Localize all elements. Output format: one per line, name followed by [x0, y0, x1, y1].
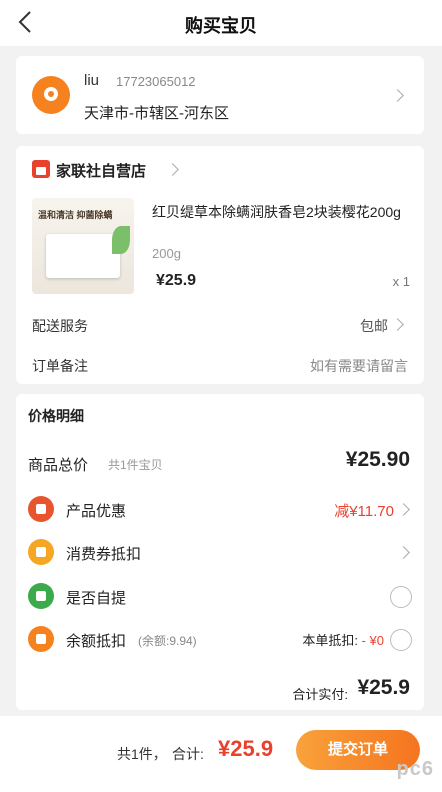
product-price: ¥25.9 — [156, 272, 197, 289]
balance-icon — [28, 626, 54, 652]
item-count: 共1件， — [117, 746, 167, 762]
self-pickup-label: 是否自提 — [66, 590, 127, 607]
balance-label: 余额抵扣 — [66, 633, 127, 650]
shop-icon — [32, 160, 50, 178]
chevron-right-icon — [166, 163, 179, 176]
product-box-graphic — [46, 234, 120, 278]
price-detail-card: 价格明细 商品总价 共1件宝贝 ¥25.90 产品优惠 减¥11.70 消费券抵… — [16, 394, 424, 710]
coupon-icon — [28, 539, 54, 565]
total-value: ¥25.9 — [218, 736, 274, 761]
delivery-value[interactable]: 包邮 — [360, 316, 388, 336]
chevron-right-icon — [397, 503, 410, 516]
balance-deduct-value: - ¥0 — [361, 633, 384, 648]
nav-bar: 购买宝贝 — [0, 0, 442, 46]
balance-radio[interactable] — [390, 629, 412, 651]
product-image-caption: 温和清洁 抑菌除螨 — [38, 210, 113, 220]
product-image[interactable]: 温和清洁 抑菌除螨 — [32, 198, 134, 294]
location-pin-icon — [32, 76, 70, 114]
leaf-graphic — [112, 226, 130, 254]
delivery-label: 配送服务 — [32, 318, 88, 334]
paid-label: 合计实付: — [292, 687, 348, 702]
page-title: 购买宝贝 — [185, 16, 257, 36]
address-line: 天津市-市辖区-河东区 — [84, 105, 229, 122]
goods-total-label: 商品总价 — [28, 457, 89, 474]
paid-value: ¥25.9 — [357, 676, 410, 699]
watermark-logo: pc6 — [396, 758, 434, 780]
coupon-label: 消费券抵扣 — [66, 546, 142, 563]
self-pickup-icon — [28, 583, 54, 609]
total-label: 合计: — [172, 746, 204, 762]
chevron-right-icon — [391, 318, 404, 331]
goods-total-count: 共1件宝贝 — [108, 458, 163, 472]
goods-total-value: ¥25.90 — [345, 448, 410, 471]
price-detail-heading: 价格明细 — [28, 408, 84, 424]
product-quantity: x 1 — [392, 274, 410, 289]
shop-name[interactable]: 家联社自营店 — [56, 160, 146, 181]
balance-amount: (余额:9.94) — [138, 634, 197, 648]
chevron-right-icon[interactable] — [397, 546, 410, 559]
self-pickup-radio[interactable] — [390, 586, 412, 608]
recipient-phone: 17723065012 — [116, 74, 196, 89]
promo-label: 产品优惠 — [66, 503, 127, 520]
bottom-bar: 共1件， 合计: ¥25.9 提交订单 pc6 — [0, 716, 442, 792]
chevron-right-icon — [391, 89, 404, 102]
product-spec: 200g — [152, 246, 181, 261]
product-title[interactable]: 红贝缇草本除螨润肤香皂2块装樱花200g — [152, 202, 414, 222]
balance-deduct: 本单抵扣: - ¥0 — [302, 630, 384, 649]
recipient-name: liu — [84, 72, 100, 89]
promo-value[interactable]: 减¥11.70 — [334, 500, 394, 521]
shop-card: 家联社自营店 温和清洁 抑菌除螨 红贝缇草本除螨润肤香皂2块装樱花200g 20… — [16, 146, 424, 384]
balance-deduct-label: 本单抵扣: — [302, 633, 358, 648]
address-card[interactable]: liu 17723065012 天津市-市辖区-河东区 — [16, 56, 424, 134]
promo-icon — [28, 496, 54, 522]
order-note-label: 订单备注 — [32, 358, 88, 374]
order-note-input[interactable]: 如有需要请留言 — [310, 356, 408, 376]
